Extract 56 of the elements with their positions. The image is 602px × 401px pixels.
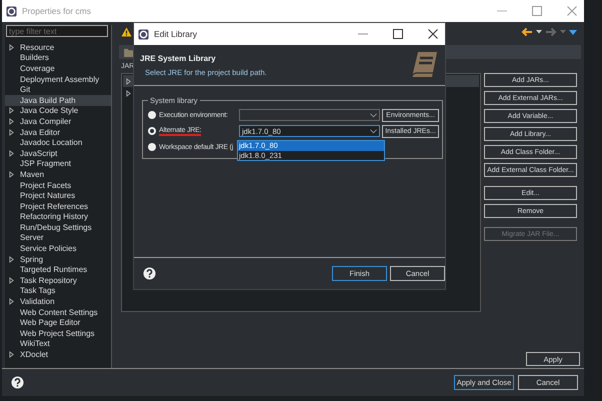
expand-icon[interactable]	[9, 44, 14, 51]
tree-item[interactable]: Maven	[5, 169, 111, 180]
tree-item[interactable]: Server	[5, 232, 111, 244]
expand-icon[interactable]	[9, 276, 14, 284]
tree-item[interactable]: Project Facets	[5, 180, 111, 190]
tree-item[interactable]: Web Content Settings	[5, 306, 111, 318]
tree-item[interactable]: Java Compiler	[5, 116, 111, 127]
maximize-icon[interactable]	[392, 28, 404, 40]
tree-item[interactable]: Validation	[5, 296, 111, 307]
tree-item[interactable]: XDoclet	[5, 349, 111, 360]
tree-item[interactable]: Coverage	[5, 63, 111, 74]
tree-item[interactable]: Web Page Editor	[5, 317, 111, 328]
expand-icon[interactable]	[9, 351, 14, 358]
expand-icon[interactable]	[9, 256, 14, 263]
view-menu-icon[interactable]	[569, 30, 577, 34]
book-icon	[409, 50, 439, 80]
tree-item[interactable]: JSP Fragment	[5, 158, 111, 170]
tree-item[interactable]: Service Policies	[5, 243, 111, 254]
window-title: Properties for cms	[22, 6, 91, 16]
help-icon[interactable]	[11, 376, 24, 389]
close-icon[interactable]	[427, 28, 439, 40]
radio-button[interactable]	[148, 127, 156, 135]
tree-item[interactable]: Java Code Style	[5, 106, 111, 116]
tree-item[interactable]: Targeted Runtimes	[5, 264, 111, 276]
dialog-title: Edit Library	[154, 29, 197, 39]
tree-item[interactable]: Deployment Assembly	[5, 74, 111, 84]
expand-icon[interactable]	[9, 150, 14, 157]
help-icon[interactable]	[143, 267, 156, 280]
back-arrow-icon[interactable]	[521, 27, 533, 37]
tree-item[interactable]: Git	[5, 84, 111, 95]
tree-item[interactable]: Java Build Path	[5, 94, 111, 106]
tree-item[interactable]: Task Repository	[5, 275, 111, 286]
tree-item[interactable]: Resource	[5, 42, 111, 53]
tree-item[interactable]: Task Tags	[5, 286, 111, 296]
tree-item[interactable]: Javadoc Location	[5, 137, 111, 148]
tree-item[interactable]: Project Natures	[5, 190, 111, 201]
expand-icon[interactable]	[9, 170, 14, 178]
app-icon	[138, 28, 149, 40]
dropdown-icon[interactable]	[370, 128, 377, 134]
tree-item[interactable]: WikiText	[5, 338, 111, 350]
warning-icon	[121, 27, 132, 37]
radio-button[interactable]	[148, 143, 156, 151]
tree-item[interactable]: Spring	[5, 254, 111, 264]
tree-item[interactable]: Web Project Settings	[5, 328, 111, 339]
filter-field[interactable]: type filter text	[6, 25, 108, 37]
expand-icon[interactable]	[9, 298, 14, 306]
dialog-heading: JRE System Library	[140, 54, 217, 62]
tree-item[interactable]: Refactoring History	[5, 212, 111, 222]
tree-item[interactable]: Project References	[5, 200, 111, 212]
radio-button[interactable]	[148, 111, 156, 119]
caret-icon[interactable]	[536, 30, 542, 34]
tree-item[interactable]: Builders	[5, 52, 111, 64]
tree-item[interactable]: JavaScript	[5, 148, 111, 159]
tree-item[interactable]: Java Editor	[5, 126, 111, 138]
app-icon	[6, 6, 17, 16]
tree-item[interactable]: Run/Debug Settings	[5, 222, 111, 233]
